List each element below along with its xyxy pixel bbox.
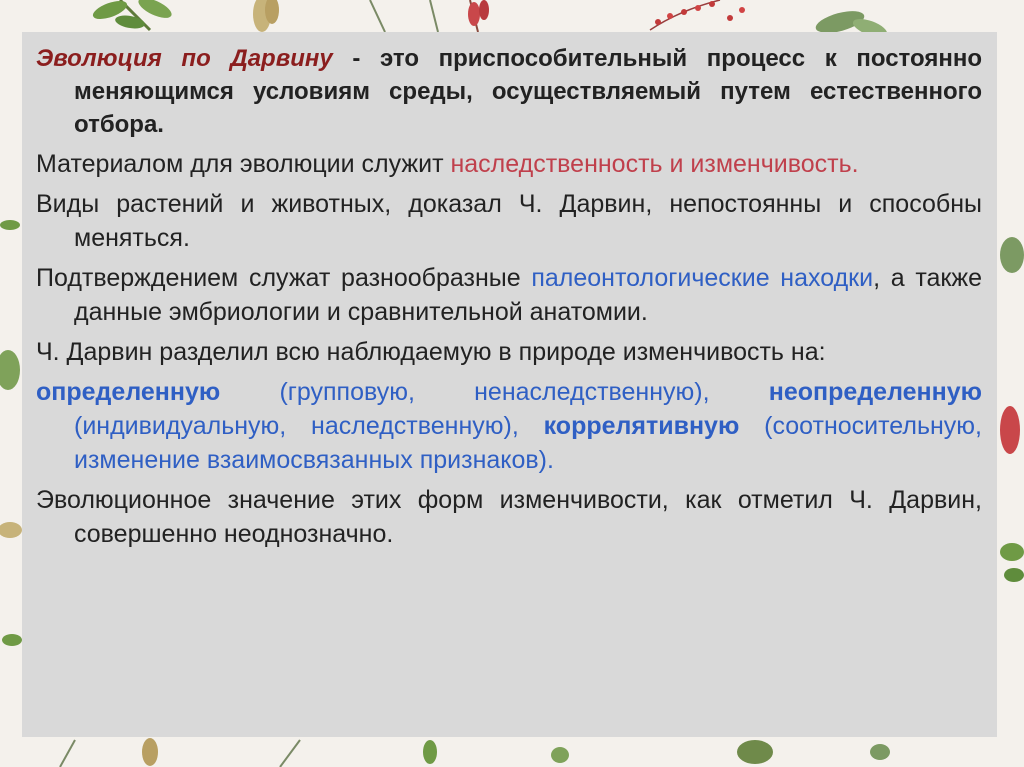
paragraph-1-text-1: Эволюция по Дарвину xyxy=(36,45,333,72)
dry-sprig-top xyxy=(253,0,279,32)
paragraph-6-text-3: неопределенную xyxy=(768,378,982,406)
paragraph-6-text-4: (индивидуальную, наследственную), xyxy=(74,412,544,440)
red-sprig-top xyxy=(468,0,489,33)
leaf-sprig-top-left xyxy=(92,0,172,32)
stem-top xyxy=(369,0,439,33)
paragraph-6: определенную (групповую, ненаследственну… xyxy=(36,375,982,477)
paragraph-5-text-1: Ч. Дарвин разделил всю наблюдаемую в при… xyxy=(36,338,826,366)
paragraph-6-text-2: (групповую, ненаследственную), xyxy=(220,378,769,406)
paragraph-4-text-2: палеонтологические находки xyxy=(531,264,874,292)
leaf-right-side xyxy=(1000,237,1024,582)
paragraph-2-text-2: наследственность и изменчивость. xyxy=(450,150,859,178)
paragraph-2-text-1: Материалом для эволюции служит xyxy=(36,150,451,178)
berries-top-right xyxy=(649,0,745,31)
paragraph-1: Эволюция по Дарвину - это приспособитель… xyxy=(36,42,982,141)
paragraph-7-text-1: Эволюционное значение этих форм изменчив… xyxy=(36,486,982,548)
text-panel: Эволюция по Дарвину - это приспособитель… xyxy=(22,32,997,737)
paragraph-6-text-5: коррелятивную xyxy=(543,412,740,440)
sprigs-bottom xyxy=(59,738,890,767)
leaf-left-side xyxy=(0,220,22,646)
paragraph-7: Эволюционное значение этих форм изменчив… xyxy=(36,483,982,551)
paragraph-3-text-1: Виды растений и животных, доказал Ч. Дар… xyxy=(36,190,982,252)
paragraph-6-text-1: определенную xyxy=(36,378,221,406)
paragraph-2: Материалом для эволюции служит наследств… xyxy=(36,147,982,181)
paragraph-3: Виды растений и животных, доказал Ч. Дар… xyxy=(36,187,982,255)
paragraph-4: Подтверждением служат разнообразные пале… xyxy=(36,261,982,329)
paragraph-5: Ч. Дарвин разделил всю наблюдаемую в при… xyxy=(36,335,982,369)
paragraph-4-text-1: Подтверждением служат разнообразные xyxy=(36,264,532,292)
